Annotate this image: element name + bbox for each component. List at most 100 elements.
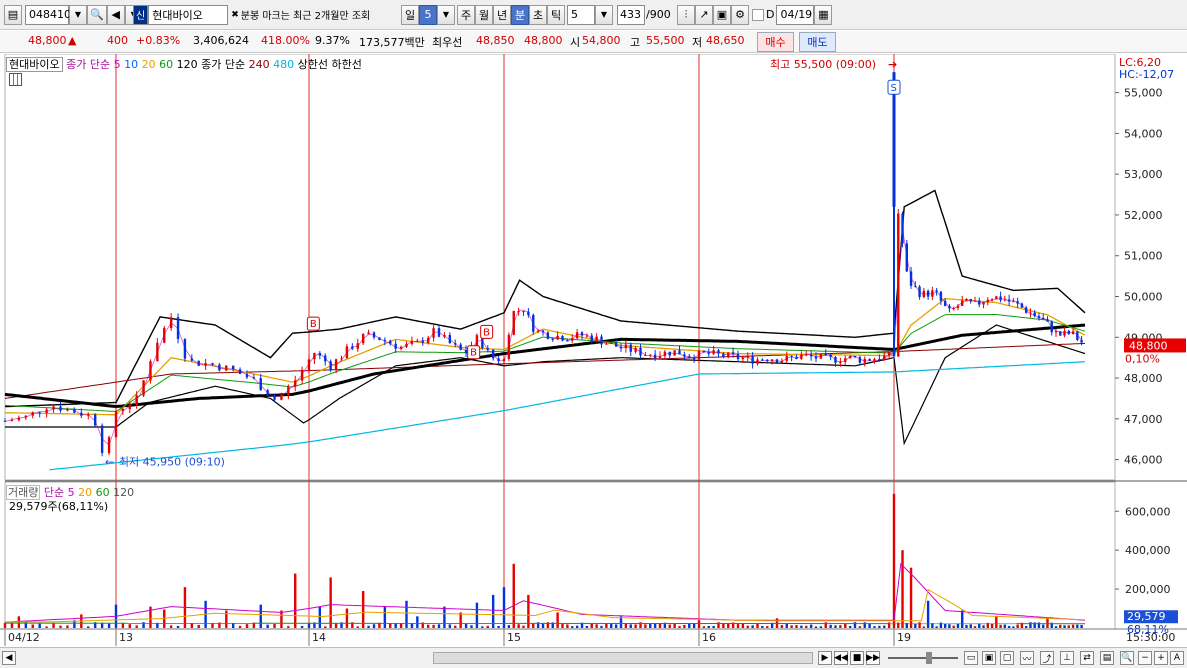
candle-body [800, 354, 803, 359]
volume-bar [497, 625, 500, 628]
candle-body [318, 352, 322, 356]
volume-bar [481, 626, 484, 628]
volume-bar [629, 624, 632, 628]
period-year-button[interactable]: 년 [493, 4, 511, 25]
zoom-out-icon[interactable]: ▭ [964, 651, 978, 665]
grid-table-icon[interactable] [9, 73, 22, 86]
volume-bar [668, 624, 671, 628]
compare-icon[interactable]: ⇄ [1080, 651, 1094, 665]
volume-bar [829, 624, 832, 628]
window-menu-icon[interactable]: ▤ [4, 4, 22, 25]
volume-bar [952, 625, 955, 628]
magnify-icon[interactable]: 🔍 [1120, 651, 1134, 665]
volume-bar [329, 577, 332, 628]
volume-bar [566, 624, 569, 628]
stock-code-input[interactable]: 048410 [25, 4, 71, 25]
volume-bar [324, 626, 327, 628]
scroll-right-icon[interactable]: ▶ [818, 651, 832, 665]
period-num-input[interactable]: 5 [419, 4, 437, 25]
draw-tool-icon[interactable]: ↗ [695, 4, 713, 25]
candle-body [361, 334, 365, 344]
zoom-slider[interactable] [888, 657, 958, 659]
period-dropdown-icon[interactable]: ▼ [437, 4, 455, 25]
buy-button[interactable]: 매수 [757, 32, 794, 52]
candle-body [678, 350, 681, 355]
zoom-in-icon[interactable]: ▢ [1000, 651, 1014, 665]
speaker-icon[interactable]: ◀ [106, 4, 125, 25]
period-minute-button[interactable]: 분 [511, 4, 529, 25]
volume-bar [87, 626, 90, 628]
current-price: 48,800 [28, 34, 67, 47]
open-label: 시 [570, 36, 581, 49]
rewind-icon[interactable]: ◀◀ [834, 651, 848, 665]
volume-bar [273, 623, 276, 628]
candle-body [497, 358, 500, 362]
candle-body [658, 355, 662, 359]
volume-bar [614, 624, 618, 628]
low-label: 저 [692, 36, 703, 49]
candle-body [432, 328, 435, 338]
volume-bar [1071, 624, 1075, 628]
candle-body [590, 335, 593, 342]
indicator-icon[interactable]: ⫶ [677, 4, 695, 25]
candle-body [512, 311, 515, 335]
volume-ma60-line [4, 622, 1086, 625]
high-arrow-icon: ➔ [888, 58, 897, 71]
interval-dropdown-icon[interactable]: ▼ [595, 4, 613, 25]
scroll-bar[interactable]: ◀ ▶ ◀◀ ■ ▶▶ ▭ ▣ ▢ 〰 ⤴ ⊥ ⇄ ▤ 🔍 − + A [0, 647, 1187, 668]
save-icon[interactable]: ▣ [713, 4, 731, 25]
candle-body [73, 409, 76, 413]
trend-icon[interactable]: ⤴ [1040, 651, 1054, 665]
price-chart[interactable]: 46,00047,00048,00049,00050,00051,00052,0… [0, 54, 1187, 646]
stop-icon[interactable]: ■ [850, 651, 864, 665]
candle-body [697, 350, 701, 360]
volume-bar [470, 625, 473, 628]
stock-name[interactable]: 현대바이오 [148, 4, 229, 25]
volume-bar [345, 608, 349, 628]
candle-body [121, 408, 125, 412]
candle-body [156, 342, 159, 362]
date-input[interactable]: 04/19 [776, 4, 815, 25]
volume-bar [1063, 625, 1066, 628]
sell-button[interactable]: 매도 [799, 32, 836, 52]
volume-bar [848, 625, 852, 628]
scroll-left-icon[interactable]: ◀ [2, 651, 16, 665]
zoom-fit-icon[interactable]: ▣ [982, 651, 996, 665]
candle-body [100, 425, 104, 453]
candle-body [814, 356, 818, 359]
stat-icon[interactable]: ▤ [1100, 651, 1114, 665]
legend-ma10: 10 [124, 58, 139, 71]
period-month-button[interactable]: 월 [475, 4, 493, 25]
price-tick-label: 51,000 [1124, 250, 1163, 263]
volume-bar [287, 626, 290, 628]
volume-bar [31, 624, 34, 628]
period-tick-button[interactable]: 틱 [547, 4, 565, 25]
candle-body [853, 355, 857, 358]
period-week-button[interactable]: 주 [457, 4, 475, 25]
search-icon[interactable]: 🔍 [87, 4, 107, 25]
candle-body [688, 356, 691, 358]
code-dropdown-icon[interactable]: ▼ [69, 4, 87, 25]
date-checkbox[interactable] [752, 8, 764, 21]
period-day-button[interactable]: 일 [401, 4, 419, 25]
volume-bar [399, 623, 403, 628]
period-second-button[interactable]: 초 [529, 4, 547, 25]
settings-icon[interactable]: ⚙ [731, 4, 749, 25]
calendar-icon[interactable]: ▦ [814, 4, 833, 25]
bar-icon[interactable]: ⊥ [1060, 651, 1074, 665]
candle-body [389, 340, 392, 344]
plus-icon[interactable]: + [1154, 651, 1168, 665]
interval-input[interactable]: 5 [567, 4, 595, 25]
candle-body [266, 390, 269, 396]
high-label: 고 [630, 36, 641, 49]
buy-marker-label: B [470, 348, 477, 359]
line-chart-icon[interactable]: 〰 [1020, 651, 1034, 665]
x-tick-label: 14 [312, 631, 326, 644]
forward-icon[interactable]: ▶▶ [866, 651, 880, 665]
minus-icon[interactable]: − [1138, 651, 1152, 665]
scroll-thumb[interactable] [433, 652, 813, 664]
bar-count-input[interactable]: 433 [617, 4, 645, 25]
zoom-handle[interactable] [926, 652, 932, 664]
volume-bar [766, 626, 769, 628]
font-size-icon[interactable]: A [1170, 651, 1184, 665]
